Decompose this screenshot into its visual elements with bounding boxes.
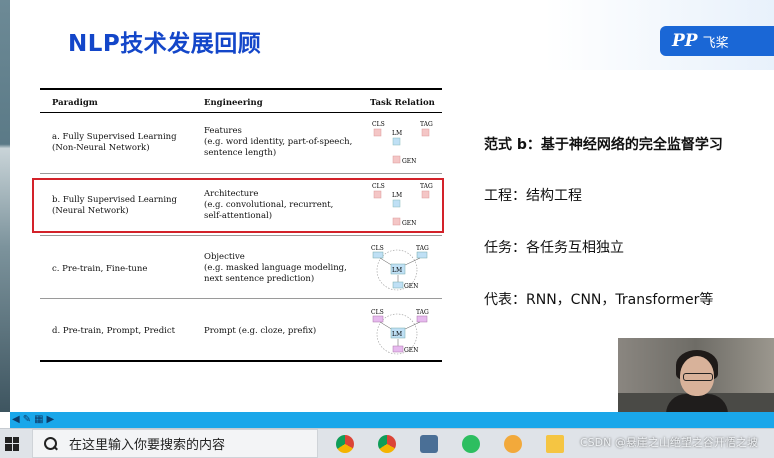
taskbar-app-calculator[interactable]	[408, 429, 450, 458]
note-representative: 代表：RNN，CNN，Transformer等	[484, 292, 714, 308]
note-heading: 范式 b：基于神经网络的完全监督学习	[484, 137, 723, 153]
taskbar-apps	[324, 429, 576, 458]
row-c-eng-line1: Objective	[204, 252, 245, 262]
table-header-rule	[40, 112, 442, 113]
diagram-c-edge	[402, 257, 421, 267]
row-a-paradigm-line2: (Non-Neural Network)	[52, 143, 150, 153]
presenter-glasses	[683, 373, 713, 381]
diagram-a-gen: GEN	[402, 158, 416, 165]
table-bottom-rule	[40, 360, 442, 362]
header-task-relation: Task Relation	[370, 98, 435, 108]
diagram-d-cls-box	[372, 315, 384, 323]
diagram-c-gen-box	[392, 281, 404, 289]
prev-slide-icon[interactable]: ◀	[12, 414, 20, 425]
diagram-d-gen-box	[392, 345, 404, 353]
taskbar-search[interactable]: 在这里输入你要搜索的内容	[32, 429, 318, 458]
diagram-d-tag: TAG	[416, 309, 429, 316]
note-task: 任务：各任务互相独立	[484, 240, 624, 256]
row-c-paradigm: c. Pre-train, Fine-tune	[52, 264, 147, 275]
chrome-icon	[336, 434, 354, 453]
row-d-paradigm-line1: d. Pre-train, Prompt, Predict	[52, 326, 176, 336]
header-engineering: Engineering	[204, 98, 263, 108]
calculator-icon	[420, 434, 438, 453]
slideshow-controls: ◀ ✎ ▦ ▶	[12, 414, 54, 425]
header-paradigm: Paradigm	[52, 98, 98, 108]
chrome-icon	[378, 434, 396, 453]
diagram-d-lm: LM	[392, 331, 402, 338]
diagram-d: CLS TAG LM GEN	[371, 309, 429, 355]
taskbar-app-chrome[interactable]	[324, 429, 366, 458]
highlight-box-row-b	[32, 178, 444, 233]
row-d-paradigm: d. Pre-train, Prompt, Predict	[52, 326, 175, 337]
row-c-eng-line2: (e.g. masked language modeling,	[204, 263, 347, 273]
diagram-a-gen-box	[392, 155, 401, 164]
diagram-d-cls: CLS	[371, 309, 384, 316]
paddle-logo: PP 飞桨	[660, 26, 774, 56]
slide-title: NLP技术发展回顾	[68, 31, 262, 57]
row-divider	[40, 235, 442, 236]
diagram-c-tag: TAG	[416, 245, 429, 252]
diagram-a-lm: LM	[392, 130, 402, 137]
diagram-d-tag-box	[416, 315, 428, 323]
search-placeholder: 在这里输入你要搜索的内容	[69, 438, 226, 453]
diagram-c-cls-box	[372, 251, 384, 259]
row-d-eng-line1: Prompt (e.g. cloze, prefix)	[204, 326, 317, 336]
next-slide-icon[interactable]: ▶	[47, 414, 55, 425]
row-divider	[40, 298, 442, 299]
logo-text: 飞桨	[702, 35, 729, 51]
diagram-a: CLS TAG LM GEN	[372, 121, 433, 165]
diagram-a-cls: CLS	[372, 121, 385, 128]
row-c-paradigm-line1: c. Pre-train, Fine-tune	[52, 264, 148, 274]
taskbar-app-evernote[interactable]	[450, 429, 492, 458]
taskbar-app-explorer[interactable]	[534, 429, 576, 458]
diagram-c-tag-box	[416, 251, 428, 259]
row-a-eng-line2: (e.g. word identity, part-of-speech,	[204, 137, 353, 147]
row-a-engineering: Features (e.g. word identity, part-of-sp…	[204, 126, 352, 159]
row-a-paradigm-line1: a. Fully Supervised Learning	[52, 132, 177, 142]
diagram-d-gen: GEN	[404, 347, 418, 354]
note-engineering: 工程：结构工程	[484, 188, 582, 204]
diagram-c-gen: GEN	[404, 283, 418, 290]
row-c-engineering: Objective (e.g. masked language modeling…	[204, 252, 347, 285]
folder-icon	[546, 434, 564, 453]
diagram-a-lm-box	[392, 137, 401, 146]
taskbar-app-game[interactable]	[492, 429, 534, 458]
slides-grid-icon[interactable]: ▦	[34, 414, 43, 425]
diagram-d-edge	[402, 321, 421, 331]
diagram-a-tag: TAG	[420, 121, 433, 128]
diagram-c: CLS TAG LM GEN	[371, 245, 429, 291]
pen-icon[interactable]: ✎	[23, 414, 31, 425]
game-icon	[504, 434, 522, 453]
start-button[interactable]	[0, 429, 24, 458]
row-c-eng-line3: next sentence prediction)	[204, 274, 315, 284]
csdn-watermark: CSDN @悬崖之山绝望之谷开悟之坡	[580, 436, 758, 449]
paradigm-table: Paradigm Engineering Task Relation a. Fu…	[32, 84, 444, 368]
taskbar-app-chrome-2[interactable]	[366, 429, 408, 458]
diagram-a-tag-box	[421, 128, 430, 137]
row-divider	[40, 173, 442, 174]
search-icon	[43, 436, 59, 452]
logo-mark: PP	[672, 31, 698, 51]
slideshow-control-bar: ◀ ✎ ▦ ▶	[10, 412, 774, 428]
row-a-eng-line1: Features	[204, 126, 242, 136]
windows-icon	[5, 436, 19, 451]
table-top-rule	[40, 88, 442, 90]
desktop-wallpaper-strip	[0, 0, 10, 412]
row-d-engineering: Prompt (e.g. cloze, prefix)	[204, 326, 316, 337]
diagram-c-lm: LM	[392, 267, 402, 274]
row-a-eng-line3: sentence length)	[204, 148, 277, 158]
evernote-icon	[462, 434, 480, 453]
row-a-paradigm: a. Fully Supervised Learning (Non-Neural…	[52, 132, 177, 154]
diagram-a-cls-box	[373, 128, 382, 137]
diagram-c-cls: CLS	[371, 245, 384, 252]
